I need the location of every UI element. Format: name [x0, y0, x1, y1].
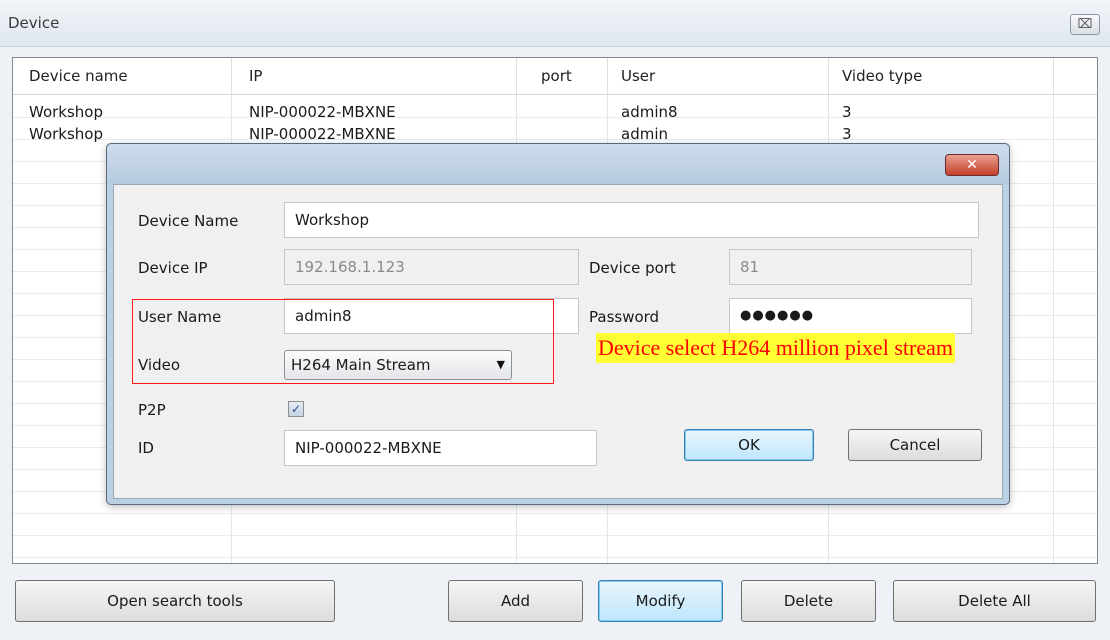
close-icon: ⌧: [1077, 17, 1093, 32]
column-separator[interactable]: [828, 58, 829, 94]
add-button[interactable]: Add: [448, 580, 583, 622]
cell-video-type: 3: [842, 103, 852, 121]
device-window: Device ⌧ Device name IP port User Video …: [0, 0, 1110, 640]
delete-all-button[interactable]: Delete All: [893, 580, 1096, 622]
open-search-tools-button[interactable]: Open search tools: [15, 580, 335, 622]
column-separator[interactable]: [231, 58, 232, 94]
column-header-port[interactable]: port: [541, 58, 572, 94]
grid-line: [13, 557, 1097, 558]
device-port-label: Device port: [589, 259, 676, 277]
device-port-field[interactable]: 81: [729, 249, 972, 285]
column-header-device-name[interactable]: Device name: [29, 58, 128, 94]
device-ip-field[interactable]: 192.168.1.123: [284, 249, 579, 285]
close-icon: ✕: [966, 157, 978, 173]
column-header-user[interactable]: User: [621, 58, 655, 94]
dialog-close-button[interactable]: ✕: [945, 154, 999, 176]
grid-line: [13, 513, 1097, 514]
device-name-label: Device Name: [138, 212, 239, 230]
table-row[interactable]: Workshop NIP-000022-MBXNE admin 3: [13, 123, 1097, 145]
password-label: Password: [589, 308, 660, 326]
column-separator[interactable]: [516, 58, 517, 94]
password-field[interactable]: ●●●●●●: [729, 298, 972, 334]
ok-button[interactable]: OK: [684, 429, 814, 461]
dialog-title-bar: [107, 144, 1009, 184]
id-field[interactable]: NIP-000022-MBXNE: [284, 430, 597, 466]
modify-button[interactable]: Modify: [598, 580, 723, 622]
cell-video-type: 3: [842, 125, 852, 143]
grid-line: [13, 535, 1097, 536]
cancel-button[interactable]: Cancel: [848, 429, 982, 461]
device-ip-label: Device IP: [138, 259, 208, 277]
column-separator[interactable]: [1053, 58, 1054, 94]
table-row[interactable]: Workshop NIP-000022-MBXNE admin8 3: [13, 101, 1097, 123]
column-separator[interactable]: [607, 58, 608, 94]
title-bar: Device ⌧: [0, 0, 1110, 47]
cell-ip: NIP-000022-MBXNE: [249, 103, 396, 121]
delete-button[interactable]: Delete: [741, 580, 876, 622]
window-title: Device: [8, 14, 60, 32]
device-name-field[interactable]: Workshop: [284, 202, 979, 238]
cell-user: admin: [621, 125, 668, 143]
cell-device-name: Workshop: [29, 125, 104, 143]
list-header: Device name IP port User Video type: [13, 58, 1097, 95]
highlight-box: [132, 299, 554, 384]
p2p-label: P2P: [138, 401, 166, 419]
p2p-checkbox[interactable]: ✓: [288, 401, 304, 417]
annotation-note: Device select H264 million pixel stream: [596, 333, 955, 363]
cell-ip: NIP-000022-MBXNE: [249, 125, 396, 143]
column-header-video-type[interactable]: Video type: [842, 58, 922, 94]
window-close-button[interactable]: ⌧: [1070, 14, 1100, 35]
cell-user: admin8: [621, 103, 678, 121]
checkmark-icon: ✓: [290, 402, 302, 416]
column-header-ip[interactable]: IP: [249, 58, 262, 94]
id-label: ID: [138, 439, 154, 457]
cell-device-name: Workshop: [29, 103, 104, 121]
